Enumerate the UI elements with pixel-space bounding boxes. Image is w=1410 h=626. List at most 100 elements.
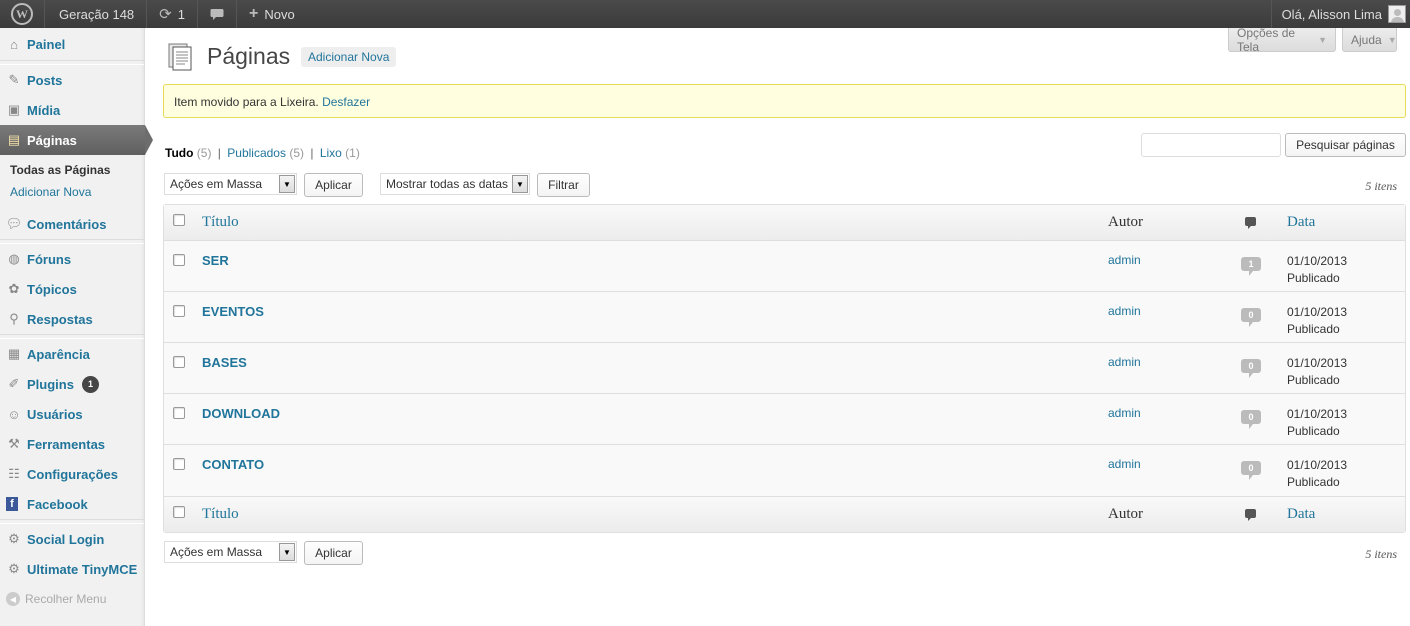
date-cell: 01/10/2013 Publicado xyxy=(1287,394,1405,445)
comment-count-bubble[interactable]: 1 xyxy=(1241,257,1261,276)
menu-item-ultimate-tinymce[interactable]: ⚙ Ultimate TinyMCE xyxy=(0,554,144,584)
column-date[interactable]: Data xyxy=(1287,496,1405,532)
menu-item-aparencia[interactable]: ▦ Aparência xyxy=(0,339,144,369)
view-all-link[interactable]: Tudo (5) xyxy=(165,146,211,160)
date-filter-value: Mostrar todas as datas xyxy=(386,177,509,191)
menu-item-comentarios[interactable]: 💬︎ Comentários xyxy=(0,209,144,239)
author-cell: admin xyxy=(1108,241,1225,292)
page-title-link[interactable]: SER xyxy=(202,253,1108,268)
search-input[interactable] xyxy=(1141,133,1281,157)
notice-text: Item movido para a Lixeira. xyxy=(174,95,319,109)
comments-link[interactable] xyxy=(198,0,237,28)
author-link[interactable]: admin xyxy=(1108,406,1225,420)
wp-logo-menu[interactable]: W xyxy=(0,0,45,28)
my-account-link[interactable]: Olá, Alisson Lima xyxy=(1270,0,1410,28)
submenu-all-pages[interactable]: Todas as Páginas xyxy=(10,159,144,181)
search-pages-button[interactable]: Pesquisar páginas xyxy=(1285,133,1406,157)
comments-cell: 1 xyxy=(1225,241,1287,292)
select-all-checkbox[interactable] xyxy=(173,214,185,226)
page-title-link[interactable]: EVENTOS xyxy=(202,304,1108,319)
select-all-checkbox[interactable] xyxy=(173,506,185,518)
replies-icon: ⚲ xyxy=(9,311,19,326)
author-link[interactable]: admin xyxy=(1108,457,1225,471)
view-published-label: Publicados xyxy=(227,146,286,160)
row-checkbox[interactable] xyxy=(173,305,185,317)
dropdown-arrow-icon: ▼ xyxy=(512,175,528,193)
row-checkbox[interactable] xyxy=(173,254,185,266)
title-cell: CONTATO xyxy=(202,445,1108,496)
date-filter-select[interactable]: Mostrar todas as datas ▼ xyxy=(380,173,530,195)
view-trash-link[interactable]: Lixo (1) xyxy=(320,146,360,160)
page-title-link[interactable]: BASES xyxy=(202,355,1108,370)
gear-icon: ⚙ xyxy=(8,561,20,576)
menu-item-configuracoes[interactable]: ☷ Configurações xyxy=(0,459,144,489)
title-cell: DOWNLOAD xyxy=(202,394,1108,445)
menu-item-painel[interactable]: ⌂ Painel xyxy=(0,28,144,60)
date-value: 01/10/2013 xyxy=(1287,356,1348,370)
new-content-link[interactable]: + Novo xyxy=(237,0,305,28)
comment-icon xyxy=(1245,509,1256,521)
date-value: 01/10/2013 xyxy=(1287,305,1348,319)
comment-count-bubble[interactable]: 0 xyxy=(1241,410,1261,429)
menu-item-respostas[interactable]: ⚲ Respostas xyxy=(0,304,144,334)
row-checkbox[interactable] xyxy=(173,458,185,470)
bulk-actions-select[interactable]: Ações em Massa ▼ xyxy=(164,541,297,563)
help-button[interactable]: Ajuda ▼ xyxy=(1342,28,1397,52)
pages-icon xyxy=(168,43,192,71)
column-date[interactable]: Data xyxy=(1287,205,1405,241)
updates-link[interactable]: ⟳ 1 xyxy=(147,0,198,28)
menu-item-social-login[interactable]: ⚙ Social Login xyxy=(0,524,144,554)
author-link[interactable]: admin xyxy=(1108,355,1225,369)
column-title[interactable]: Título xyxy=(202,496,1108,532)
menu-item-topicos[interactable]: ✿ Tópicos xyxy=(0,274,144,304)
comment-count-bubble[interactable]: 0 xyxy=(1241,359,1261,378)
table-row: EVENTOS admin 0 01/10/2013 Publicado xyxy=(164,292,1405,343)
apply-button[interactable]: Aplicar xyxy=(304,541,363,565)
topics-icon: ✿ xyxy=(8,281,20,296)
page-title-link[interactable]: DOWNLOAD xyxy=(202,406,1108,421)
menu-item-facebook[interactable]: f Facebook xyxy=(0,489,144,519)
collapse-label: Recolher Menu xyxy=(25,592,107,606)
date-cell: 01/10/2013 Publicado xyxy=(1287,445,1405,496)
collapse-menu-button[interactable]: ◀ Recolher Menu xyxy=(0,584,144,614)
column-comments[interactable] xyxy=(1225,496,1287,532)
tools-icon: ⚒ xyxy=(8,436,20,451)
menu-item-paginas[interactable]: ▤ Páginas xyxy=(0,125,153,155)
filter-button[interactable]: Filtrar xyxy=(537,173,590,197)
undo-link[interactable]: Desfazer xyxy=(322,95,370,109)
author-link[interactable]: admin xyxy=(1108,304,1225,318)
row-checkbox[interactable] xyxy=(173,407,185,419)
bulk-actions-select[interactable]: Ações em Massa ▼ xyxy=(164,173,297,195)
site-name-link[interactable]: Geração 148 xyxy=(45,0,148,28)
row-checkbox[interactable] xyxy=(173,356,185,368)
comments-cell: 0 xyxy=(1225,343,1287,394)
add-new-button[interactable]: Adicionar Nova xyxy=(301,47,397,67)
view-published-link[interactable]: Publicados (5) xyxy=(227,146,304,160)
menu-label: Usuários xyxy=(27,406,83,422)
table-header-row: Título Autor Data xyxy=(164,205,1405,241)
menu-item-plugins[interactable]: ✐ Plugins 1 xyxy=(0,369,144,399)
column-author: Autor xyxy=(1108,205,1225,241)
screen-options-button[interactable]: Opções de Tela ▼ xyxy=(1228,26,1336,54)
menu-item-posts[interactable]: ✎ Posts xyxy=(0,65,144,95)
tablenav-top: Ações em Massa ▼ Aplicar Mostrar todas a… xyxy=(163,173,1406,199)
appearance-icon: ▦ xyxy=(7,346,21,361)
apply-button[interactable]: Aplicar xyxy=(304,173,363,197)
column-comments[interactable] xyxy=(1225,205,1287,241)
facebook-icon: f xyxy=(6,497,18,511)
pages-submenu: Todas as Páginas Adicionar Nova xyxy=(0,155,144,209)
site-name: Geração 148 xyxy=(59,6,135,22)
menu-item-midia[interactable]: ▣ Mídia xyxy=(0,95,144,125)
author-link[interactable]: admin xyxy=(1108,253,1225,267)
comment-count-bubble[interactable]: 0 xyxy=(1241,308,1261,327)
submenu-add-new[interactable]: Adicionar Nova xyxy=(10,181,144,203)
bulk-actions-value: Ações em Massa xyxy=(170,545,263,559)
menu-item-foruns[interactable]: ◍ Fóruns xyxy=(0,244,144,274)
comment-count-bubble[interactable]: 0 xyxy=(1241,461,1261,480)
column-title[interactable]: Título xyxy=(202,205,1108,241)
menu-item-usuarios[interactable]: ☺ Usuários xyxy=(0,399,144,429)
menu-item-ferramentas[interactable]: ⚒ Ferramentas xyxy=(0,429,144,459)
page-title-link[interactable]: CONTATO xyxy=(202,457,1108,472)
select-all-cell xyxy=(164,205,202,241)
greeting: Olá, Alisson Lima xyxy=(1281,6,1382,22)
